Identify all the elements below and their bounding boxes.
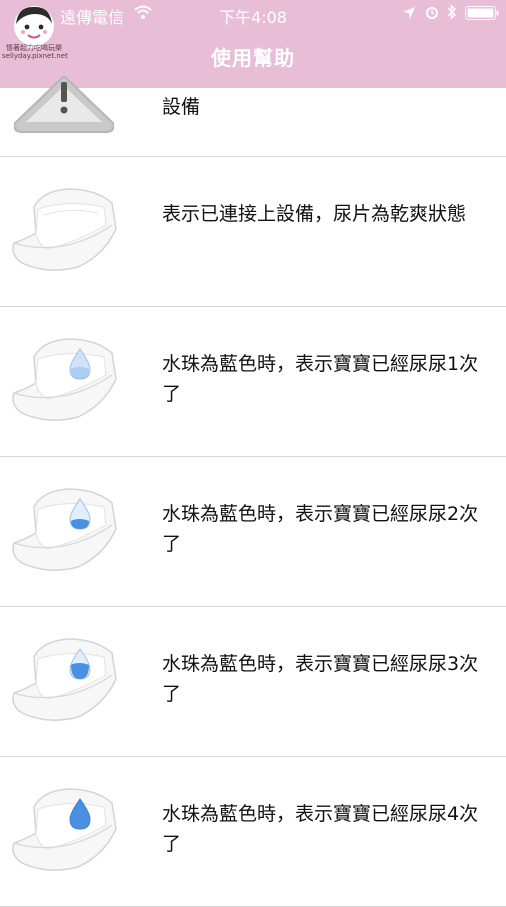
help-item-text: 表示已連接上設備，尿片為乾爽狀態: [162, 203, 467, 225]
help-item-text: 水珠為藍色時，表示寶寶已經尿尿4次了: [162, 803, 479, 855]
help-item-device: 設備: [0, 76, 506, 157]
help-list: 設備 表示已連接上設備，尿片為乾爽狀態 水珠為藍色時，表示寶寶已經尿尿1次了 水…: [0, 76, 506, 907]
warning-icon: [14, 76, 114, 133]
diaper-drop-1-icon: [12, 338, 117, 421]
help-item-wet-2: 水珠為藍色時，表示寶寶已經尿尿2次了: [0, 457, 506, 607]
help-item-wet-4: 水珠為藍色時，表示寶寶已經尿尿4次了: [0, 757, 506, 907]
status-bar: 遠傳電信 下午4:08: [0, 0, 506, 28]
help-item-text: 水珠為藍色時，表示寶寶已經尿尿2次了: [162, 503, 479, 555]
alarm-clock-icon: [426, 7, 438, 19]
page-title: 使用幫助: [211, 46, 295, 70]
diaper-drop-3-icon: [12, 638, 117, 721]
battery-icon: [465, 6, 499, 20]
help-item-text: 水珠為藍色時，表示寶寶已經尿尿1次了: [162, 353, 479, 405]
logo-caption: 憶著起力吃喝玩樂: [6, 44, 62, 52]
help-item-wet-1: 水珠為藍色時，表示寶寶已經尿尿1次了: [0, 307, 506, 457]
bluetooth-icon: [447, 4, 457, 20]
diaper-drop-2-icon: [12, 488, 117, 571]
location-arrow-icon: [403, 7, 415, 19]
help-item-dry: 表示已連接上設備，尿片為乾爽狀態: [0, 157, 506, 307]
dry-diaper-icon: [12, 188, 117, 271]
logo-url-text: sellyday.pixnet.net: [2, 52, 68, 60]
help-item-text: 設備: [162, 96, 201, 118]
app-header: 遠傳電信 下午4:08 使用幫助 憶著起力吃喝玩樂 sellyday.pixne…: [0, 0, 506, 88]
diaper-drop-4-icon: [12, 788, 117, 871]
help-item-wet-3: 水珠為藍色時，表示寶寶已經尿尿3次了: [0, 607, 506, 757]
help-item-text: 水珠為藍色時，表示寶寶已經尿尿3次了: [162, 653, 479, 705]
